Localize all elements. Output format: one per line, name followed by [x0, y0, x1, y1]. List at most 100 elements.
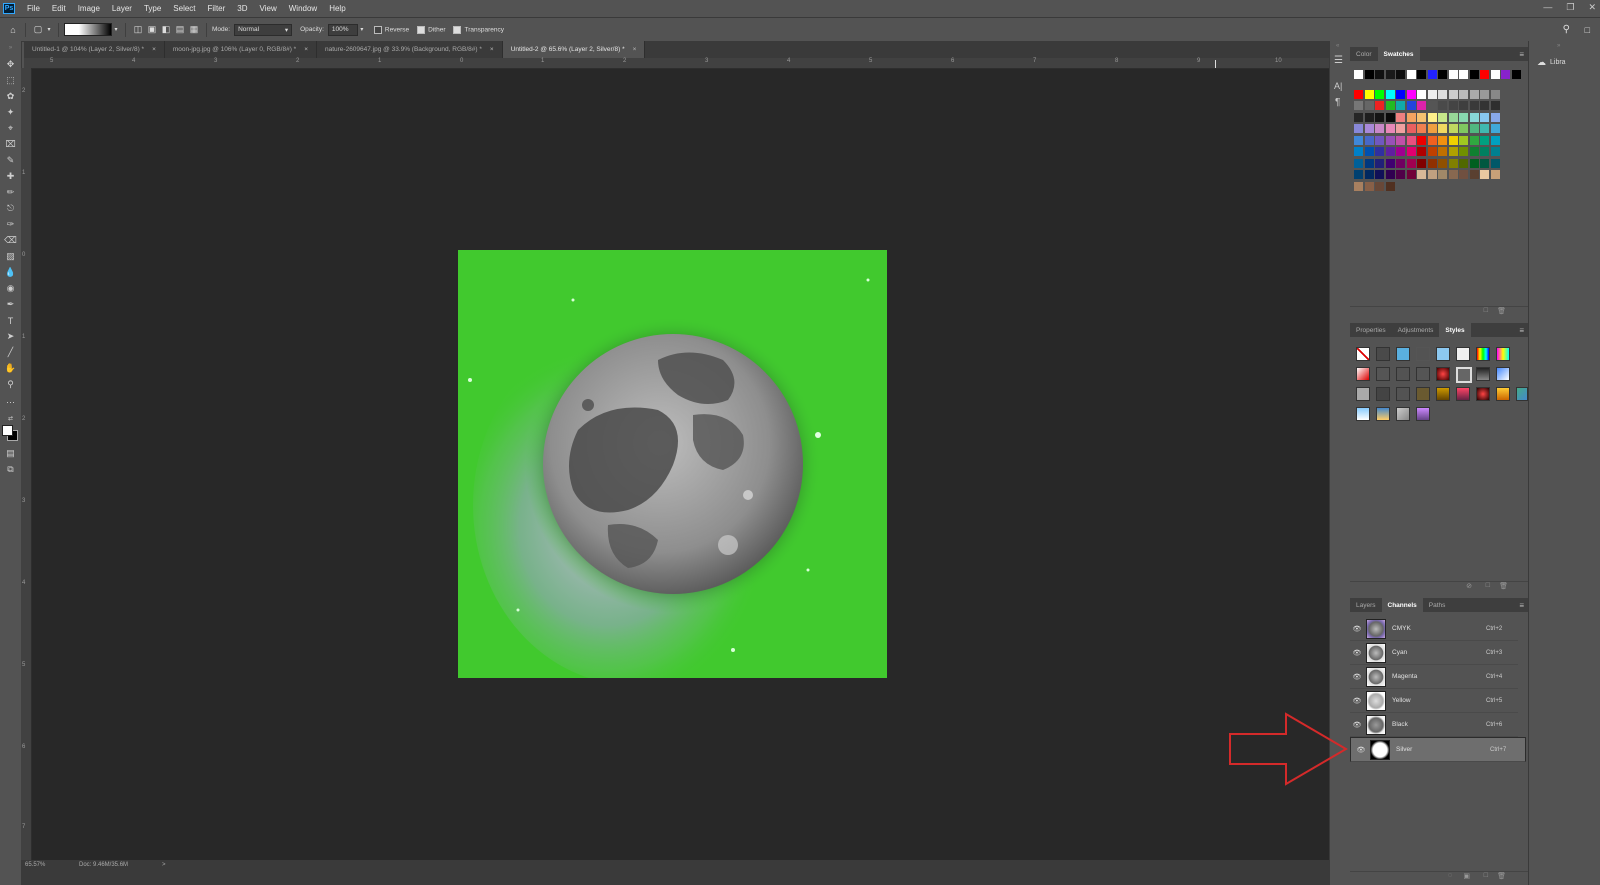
gradient-picker[interactable] [64, 23, 112, 36]
style-swatch[interactable] [1396, 387, 1410, 401]
color-swatch[interactable] [1490, 170, 1500, 179]
reflected-gradient-icon[interactable]: ▤ [173, 23, 187, 37]
channel-row[interactable]: 👁 Black Ctrl+6 [1350, 713, 1518, 737]
color-swatch[interactable] [1417, 147, 1426, 156]
color-swatch[interactable] [1438, 158, 1447, 168]
linear-gradient-icon[interactable]: ◫ [131, 23, 145, 37]
tab-color[interactable]: Color [1350, 47, 1378, 61]
style-swatch[interactable] [1396, 367, 1410, 381]
color-swatch[interactable] [1480, 158, 1489, 168]
channel-row[interactable]: 👁 CMYK Ctrl+2 [1350, 617, 1518, 641]
color-swatch[interactable] [1417, 170, 1426, 179]
menu-help[interactable]: Help [323, 4, 351, 13]
collapse-icon[interactable]: » [3, 45, 18, 51]
color-swatch[interactable] [1375, 89, 1384, 99]
color-swatch[interactable] [1448, 158, 1458, 168]
color-swatch[interactable] [1385, 181, 1395, 191]
color-swatch[interactable] [1469, 89, 1479, 99]
color-swatch[interactable] [1364, 181, 1374, 191]
color-swatch[interactable] [1480, 135, 1489, 145]
color-swatch[interactable] [1406, 170, 1416, 179]
color-swatch[interactable] [1490, 89, 1500, 99]
color-swatch[interactable] [1417, 135, 1426, 145]
color-swatch[interactable] [1396, 70, 1405, 79]
style-swatch[interactable] [1376, 367, 1390, 381]
color-swatch[interactable] [1406, 135, 1416, 145]
tab-channels[interactable]: Channels [1381, 598, 1423, 612]
color-swatch[interactable] [1469, 70, 1479, 79]
save-selection-icon[interactable]: ▣ [1463, 872, 1470, 880]
color-swatch[interactable] [1459, 70, 1468, 79]
color-swatch[interactable] [1438, 112, 1447, 122]
visibility-eye-icon[interactable]: 👁 [1350, 721, 1364, 729]
color-swatch[interactable] [1427, 147, 1437, 156]
tab-paths[interactable]: Paths [1423, 598, 1452, 612]
color-swatch[interactable] [1459, 112, 1468, 122]
style-swatch[interactable] [1436, 367, 1450, 381]
gradient-tool-icon[interactable]: ▨ [3, 250, 18, 263]
style-swatch[interactable] [1356, 367, 1370, 381]
color-swatch[interactable] [1375, 112, 1384, 122]
marquee-tool-icon[interactable]: ⬚ [3, 74, 18, 87]
color-swatch[interactable] [1480, 147, 1489, 156]
menu-layer[interactable]: Layer [106, 4, 138, 13]
color-swatch[interactable] [1417, 89, 1426, 99]
reverse-checkbox[interactable]: Reverse [373, 25, 409, 34]
style-swatch[interactable] [1356, 387, 1370, 401]
style-swatch[interactable] [1436, 347, 1450, 361]
color-swatch[interactable] [1385, 101, 1395, 110]
color-swatch[interactable] [1469, 112, 1479, 122]
visibility-eye-icon[interactable]: 👁 [1350, 697, 1364, 705]
line-tool-icon[interactable]: ╱ [3, 346, 18, 359]
menu-view[interactable]: View [254, 4, 283, 13]
color-swatch[interactable] [1375, 124, 1384, 133]
color-swatch[interactable] [1375, 101, 1384, 110]
style-swatch[interactable] [1416, 347, 1430, 361]
color-swatch[interactable] [1511, 70, 1521, 79]
style-swatch[interactable] [1396, 347, 1410, 361]
color-swatch[interactable] [1448, 170, 1458, 179]
color-swatch[interactable] [1385, 158, 1395, 168]
channel-row-selected[interactable]: 👁 Silver Ctrl+7 [1350, 737, 1526, 762]
color-swatch[interactable] [1354, 112, 1363, 122]
horizontal-ruler[interactable]: 5 4 3 2 1 0 1 2 3 4 5 6 7 8 9 10 [24, 58, 1340, 69]
color-swatch[interactable] [1417, 112, 1426, 122]
color-swatch[interactable] [1490, 101, 1500, 110]
style-swatch[interactable] [1476, 387, 1490, 401]
style-swatch[interactable] [1436, 387, 1450, 401]
color-swatch[interactable] [1417, 124, 1426, 133]
radial-gradient-icon[interactable]: ▣ [145, 23, 159, 37]
close-tab-icon[interactable]: × [304, 46, 308, 53]
color-swatch[interactable] [1448, 101, 1458, 110]
search-icon[interactable]: ⚲ [1563, 24, 1570, 35]
type-tool-icon[interactable]: T [3, 314, 18, 327]
blur-tool-icon[interactable]: 💧 [3, 266, 18, 279]
visibility-eye-icon[interactable]: 👁 [1350, 649, 1364, 657]
color-swatch[interactable] [1480, 70, 1489, 79]
color-swatch[interactable] [1480, 101, 1489, 110]
color-swatch[interactable] [1427, 112, 1437, 122]
channel-row[interactable]: 👁 Magenta Ctrl+4 [1350, 665, 1518, 689]
menu-edit[interactable]: Edit [46, 4, 72, 13]
color-swatch[interactable] [1480, 170, 1489, 179]
color-swatch[interactable] [1406, 101, 1416, 110]
style-swatch[interactable] [1416, 407, 1430, 421]
eraser-tool-icon[interactable]: ⌫ [3, 234, 18, 247]
color-swatch[interactable] [1364, 112, 1374, 122]
color-swatch[interactable] [1396, 124, 1405, 133]
color-swatch[interactable] [1375, 70, 1384, 79]
color-swatch[interactable] [1364, 89, 1374, 99]
color-swatch[interactable] [1354, 70, 1363, 79]
zoom-tool-icon[interactable]: ⚲ [3, 378, 18, 391]
close-tab-icon[interactable]: × [490, 46, 494, 53]
style-swatch[interactable] [1376, 407, 1390, 421]
menu-file[interactable]: File [21, 4, 46, 13]
delete-icon[interactable]: 🗑 [1497, 307, 1506, 315]
color-swatch[interactable] [1459, 170, 1468, 179]
screen-mode-icon[interactable]: ⧉ [3, 463, 18, 476]
close-tab-icon[interactable]: × [152, 46, 156, 53]
status-menu-icon[interactable]: > [162, 862, 166, 868]
color-swatch[interactable] [1490, 135, 1500, 145]
color-swatch[interactable] [1490, 70, 1500, 79]
brush-tool-icon[interactable]: ✏ [3, 186, 18, 199]
